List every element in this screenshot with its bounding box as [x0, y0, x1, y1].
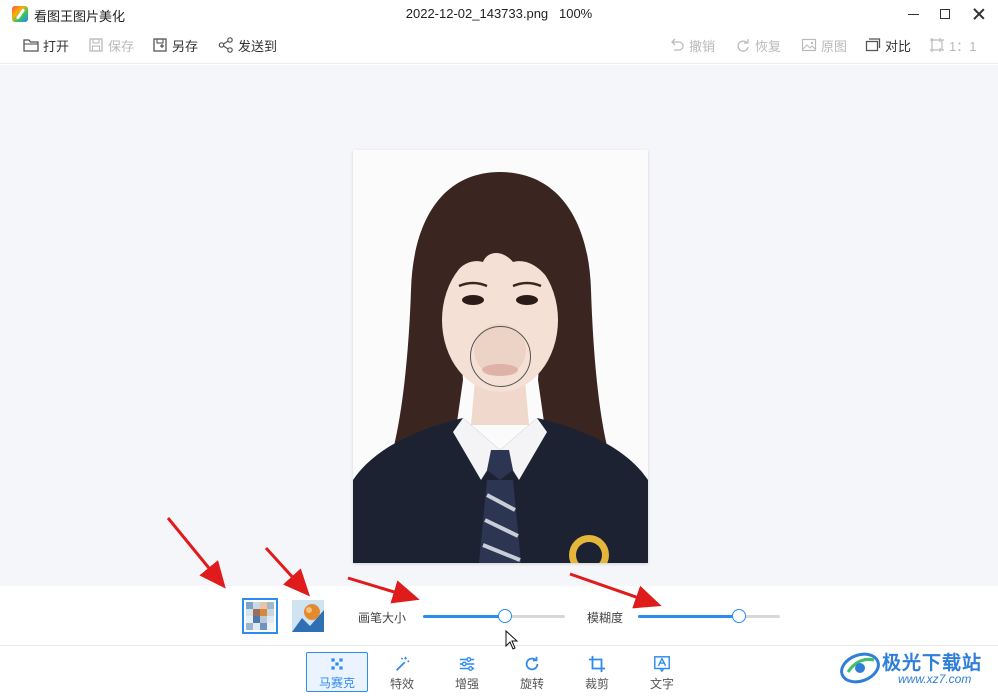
watermark-url: www.xz7.com	[898, 672, 972, 686]
redo-icon	[737, 39, 749, 52]
open-button[interactable]: 打开	[22, 35, 69, 55]
compare-button[interactable]: 对比	[864, 35, 911, 55]
toolbar: 打开 保存 另存 发送到 撤销 恢复 原图 对比 1：1	[0, 28, 998, 64]
save-button[interactable]: 保存	[87, 35, 134, 55]
tool-enhance-label: 增强	[454, 677, 479, 691]
mosaic-style-pixel[interactable]	[242, 598, 278, 634]
tool-mosaic-label: 马赛克	[318, 676, 355, 690]
minimize-icon	[907, 13, 919, 15]
tool-mosaic[interactable]: 马赛克	[306, 652, 368, 692]
close-icon	[973, 8, 985, 20]
close-button[interactable]	[964, 2, 994, 26]
brush-size-fill	[423, 615, 506, 618]
crop-icon	[588, 655, 606, 673]
brush-size-slider[interactable]	[423, 609, 565, 623]
save-label: 保存	[108, 38, 135, 54]
title-bar: 看图王图片美化 2022-12-02_143733.png 100%	[0, 0, 998, 28]
tool-rotate[interactable]: 旋转	[501, 652, 563, 692]
watermark-logo-icon	[840, 652, 880, 684]
maximize-button[interactable]	[930, 2, 960, 26]
tool-crop[interactable]: 裁剪	[566, 652, 628, 692]
save-as-button[interactable]: 另存	[151, 35, 198, 55]
tool-enhance[interactable]: 增强	[436, 652, 498, 692]
save-as-icon	[153, 38, 167, 52]
brush-size-label: 画笔大小	[358, 611, 407, 625]
watermark-name: 极光下载站	[882, 653, 983, 674]
file-title: 2022-12-02_143733.png 100%	[405, 6, 593, 21]
maximize-icon	[940, 9, 950, 19]
tool-effect[interactable]: 特效	[371, 652, 433, 692]
mosaic-style-blur[interactable]	[290, 598, 326, 634]
send-to-button[interactable]: 发送到	[217, 35, 277, 55]
save-as-label: 另存	[172, 38, 199, 54]
original-label: 原图	[821, 38, 848, 54]
blur-slider[interactable]	[638, 609, 780, 623]
undo-button[interactable]: 撤销	[668, 35, 715, 55]
rotate-icon	[525, 656, 539, 671]
brush-size-knob[interactable]	[498, 609, 513, 623]
undo-icon	[671, 38, 684, 51]
pixel-mosaic-icon	[246, 602, 274, 630]
mosaic-options-bar: 画笔大小 模糊度	[0, 586, 998, 646]
brush-effect-icon	[292, 600, 324, 632]
tool-crop-label: 裁剪	[584, 677, 609, 691]
portrait-photo[interactable]	[353, 150, 648, 563]
mosaic-icon	[331, 658, 343, 670]
tool-text-label: 文字	[649, 677, 674, 691]
text-icon	[654, 656, 670, 673]
minimize-button[interactable]	[898, 2, 928, 26]
blur-label: 模糊度	[587, 611, 624, 625]
ratio-icon	[930, 38, 944, 52]
magic-wand-icon	[395, 656, 410, 671]
blur-fill	[638, 615, 739, 618]
site-watermark: 极光下载站 www.xz7.com	[838, 644, 993, 692]
ratio-label: 1：1	[949, 38, 977, 54]
compare-icon	[865, 38, 881, 52]
tool-effect-label: 特效	[389, 677, 414, 691]
compare-label: 对比	[885, 38, 912, 54]
redo-label: 恢复	[755, 38, 782, 54]
redo-button[interactable]: 恢复	[734, 35, 781, 55]
tool-text[interactable]: 文字	[631, 652, 693, 692]
original-button[interactable]: 原图	[800, 35, 847, 55]
tool-rotate-label: 旋转	[519, 677, 544, 691]
mouse-pointer-icon	[505, 630, 519, 650]
sliders-icon	[459, 657, 475, 671]
blur-knob[interactable]	[731, 609, 746, 623]
image-canvas[interactable]	[0, 65, 998, 586]
folder-open-icon	[23, 39, 39, 52]
undo-label: 撤销	[689, 38, 716, 54]
send-to-label: 发送到	[238, 38, 278, 54]
save-icon	[89, 38, 103, 52]
share-icon	[218, 37, 233, 53]
brush-cursor-circle	[470, 326, 531, 387]
open-label: 打开	[43, 38, 70, 54]
ratio-button[interactable]: 1：1	[928, 35, 976, 55]
image-icon	[801, 38, 817, 52]
